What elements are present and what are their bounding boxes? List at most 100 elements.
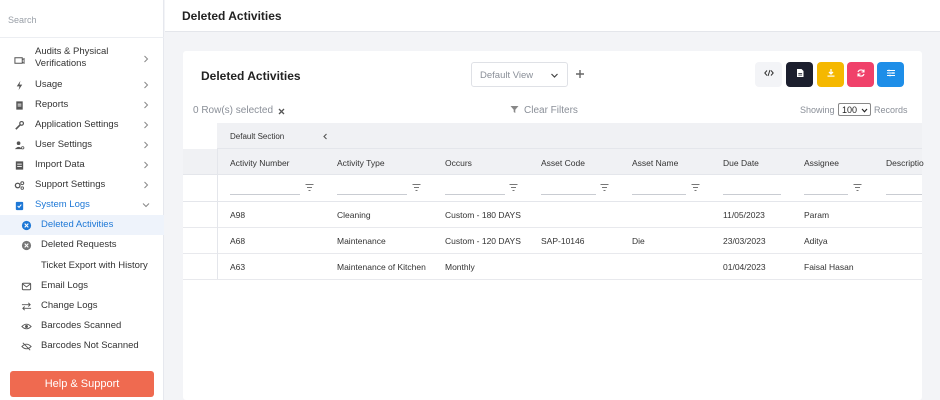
page-title: Deleted Activities [182, 9, 282, 23]
filter-icon[interactable] [412, 183, 421, 192]
search-input[interactable]: Search [8, 15, 37, 25]
download-icon [826, 68, 836, 81]
sidebar-item-audits[interactable]: Audits & Physical Verifications [0, 46, 164, 70]
chevron-right-icon [142, 101, 150, 109]
filter-icon[interactable] [305, 183, 314, 192]
clipboard-icon [13, 199, 25, 211]
import-icon [13, 159, 25, 171]
table-cell: Aditya [804, 236, 828, 246]
column-filter-input[interactable] [230, 194, 300, 195]
chevron-left-icon[interactable] [322, 132, 329, 140]
sidebar-item-label: Import Data [35, 159, 85, 170]
table-row[interactable]: A68 Maintenance Custom - 120 DAYS SAP-10… [183, 228, 922, 254]
clear-selection-icon[interactable] [278, 107, 285, 115]
column-filter-input[interactable] [541, 194, 596, 195]
column-filter-input[interactable] [445, 194, 505, 195]
sidebar-item-reports[interactable]: Reports [0, 98, 164, 112]
wrench-icon [13, 119, 25, 131]
column-header[interactable]: Assignee [804, 158, 839, 168]
table-cell: 11/05/2023 [723, 210, 765, 220]
lightning-icon [13, 79, 25, 91]
close-circle-icon [20, 219, 32, 231]
clear-filters-button[interactable]: Clear Filters [524, 105, 578, 116]
chevron-down-icon [861, 106, 868, 113]
records-per-page-value: 100 [842, 105, 858, 115]
filter-icon[interactable] [853, 183, 862, 192]
chevron-right-icon [142, 181, 150, 189]
chevron-right-icon [142, 81, 150, 89]
table-cell: 23/03/2023 [723, 236, 766, 246]
column-header[interactable]: Occurs [445, 158, 472, 168]
chevron-right-icon [142, 161, 150, 169]
help-support-button[interactable]: Help & Support [10, 371, 154, 397]
column-header[interactable]: Activity Type [337, 158, 385, 168]
audit-icon [13, 54, 25, 66]
sidebar-item-label: System Logs [35, 199, 90, 210]
sidebar-item-label: Email Logs [41, 280, 88, 291]
table-cell: Monthly [445, 262, 475, 272]
rows-selected-count: 0 Row(s) selected [193, 105, 274, 116]
chevron-down-icon [142, 201, 150, 209]
add-view-icon[interactable] [575, 69, 585, 79]
code-button[interactable] [755, 62, 782, 87]
table-row[interactable]: A98 Cleaning Custom - 180 DAYS 11/05/202… [183, 202, 922, 228]
column-header[interactable]: Descriptio [886, 158, 924, 168]
divider [0, 37, 164, 38]
column-filter-input[interactable] [632, 194, 686, 195]
sidebar: Search Audits & Physical Verifications U… [0, 0, 164, 400]
email-icon [20, 280, 32, 292]
section-label: Default Section [230, 132, 285, 141]
column-header[interactable]: Due Date [723, 158, 759, 168]
sidebar-subitem-deleted-requests[interactable]: Deleted Requests [0, 235, 164, 255]
sidebar-subitem-deleted-activities[interactable]: Deleted Activities [0, 215, 164, 235]
refresh-button[interactable] [847, 62, 874, 87]
filter-icon[interactable] [600, 183, 609, 192]
column-divider [217, 149, 218, 279]
download-button[interactable] [817, 62, 844, 87]
column-header[interactable]: Activity Number [230, 158, 290, 168]
column-filter-input[interactable] [723, 194, 781, 195]
sidebar-item-system-logs[interactable]: System Logs [0, 198, 164, 212]
chevron-down-icon [550, 71, 559, 80]
table-cell: A98 [230, 210, 246, 220]
records-label: Records [874, 105, 908, 115]
sidebar-item-support-settings[interactable]: Support Settings [0, 178, 164, 192]
sidebar-item-label: Application Settings [35, 119, 119, 130]
filter-icon[interactable] [509, 183, 518, 192]
columns-settings-button[interactable] [877, 62, 904, 87]
table-cell: A68 [230, 236, 246, 246]
sidebar-subitem-ticket-export[interactable]: Ticket Export with History [0, 256, 164, 276]
sidebar-subitem-change-logs[interactable]: Change Logs [0, 296, 164, 316]
gears-icon [13, 179, 25, 191]
sidebar-item-usage[interactable]: Usage [0, 78, 164, 92]
sidebar-item-label: Ticket Export with History [41, 260, 148, 271]
chevron-right-icon [142, 55, 150, 63]
sidebar-subitem-barcodes-not-scanned[interactable]: Barcodes Not Scanned [0, 336, 164, 356]
sidebar-item-import-data[interactable]: Import Data [0, 158, 164, 172]
sidebar-item-user-settings[interactable]: User Settings [0, 138, 164, 152]
table-cell: Custom - 180 DAYS [445, 210, 521, 220]
column-filter-input[interactable] [886, 194, 922, 195]
content-card: Deleted Activities Default View 0 Row(s)… [183, 51, 924, 400]
table-row[interactable]: A63 Maintenance of Kitchen Monthly 01/04… [183, 254, 922, 280]
column-filter-input[interactable] [804, 194, 848, 195]
user-settings-icon [13, 139, 25, 151]
sidebar-item-label: Audits & Physical Verifications [35, 46, 109, 69]
column-header[interactable]: Asset Code [541, 158, 585, 168]
pdf-export-button[interactable] [786, 62, 813, 87]
column-filter-input[interactable] [337, 194, 407, 195]
refresh-icon [856, 68, 866, 81]
view-select[interactable]: Default View [471, 62, 568, 87]
records-per-page-select[interactable]: 100 [838, 103, 871, 116]
top-bar: Deleted Activities [165, 0, 940, 32]
filter-icon[interactable] [691, 183, 700, 192]
view-select-value: Default View [480, 70, 534, 81]
code-icon [763, 68, 774, 81]
document-icon [795, 68, 805, 81]
sidebar-subitem-email-logs[interactable]: Email Logs [0, 276, 164, 296]
sidebar-subitem-barcodes-scanned[interactable]: Barcodes Scanned [0, 316, 164, 336]
sidebar-item-application-settings[interactable]: Application Settings [0, 118, 164, 132]
filter-icon [510, 105, 519, 114]
report-icon [13, 99, 25, 111]
column-header[interactable]: Asset Name [632, 158, 678, 168]
